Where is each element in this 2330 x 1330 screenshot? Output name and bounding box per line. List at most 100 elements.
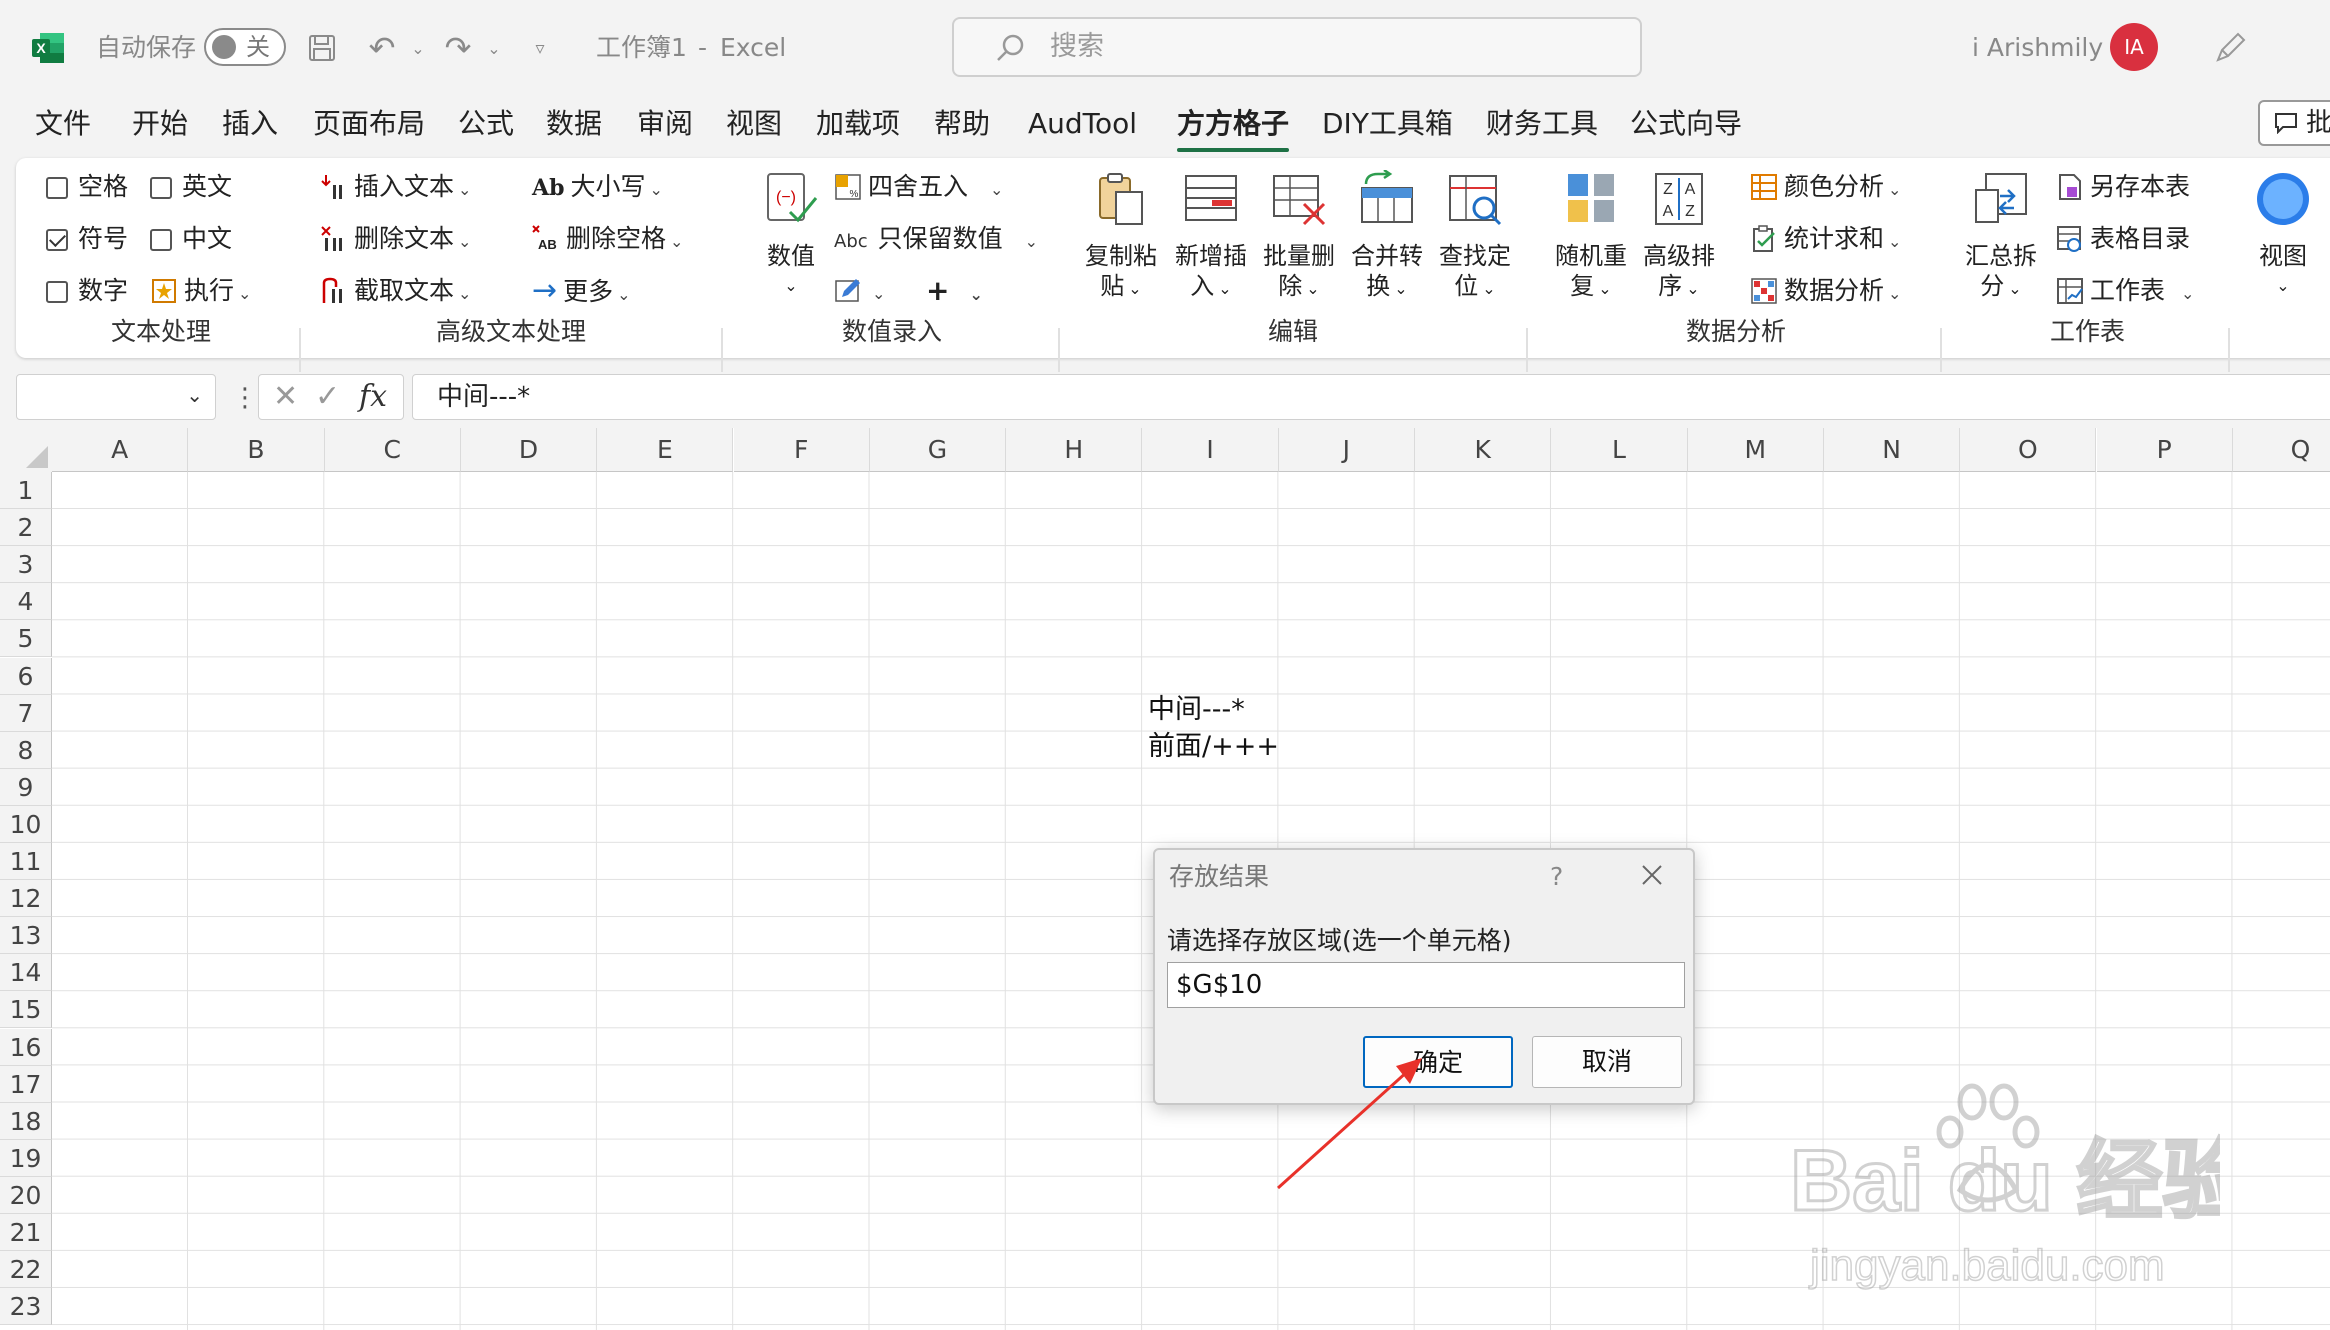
more-options-icon[interactable]: ⋮ (232, 380, 258, 416)
select-all-corner[interactable] (0, 428, 52, 472)
remove-space-button[interactable]: AB 删除空格 ⌄ (532, 222, 683, 259)
insert-new-button[interactable]: 新增插 入 ⌄ (1166, 170, 1256, 304)
row-header[interactable]: 14 (0, 954, 52, 992)
row-header[interactable]: 15 (0, 991, 52, 1029)
random-repeat-button[interactable]: 随机重 复 ⌄ (1546, 170, 1636, 304)
column-header[interactable]: H (1006, 428, 1143, 472)
column-header[interactable]: I (1142, 428, 1279, 472)
find-locate-button[interactable]: 查找定 位 ⌄ (1430, 170, 1520, 304)
row-header[interactable]: 20 (0, 1176, 52, 1214)
cancel-button[interactable]: 取消 (1532, 1036, 1682, 1088)
delete-text-button[interactable]: 删除文本 ⌄ (320, 222, 471, 259)
advanced-sort-button[interactable]: ZAAZ 高级排 序 ⌄ (1634, 170, 1724, 304)
row-header[interactable]: 6 (0, 657, 52, 695)
tab-fangfangezi[interactable]: 方方格子 (1177, 104, 1290, 152)
save-icon[interactable] (302, 30, 342, 66)
row-header[interactable]: 16 (0, 1028, 52, 1066)
keep-numbers-button[interactable]: Abc 只保留数值 ⌄ (834, 222, 1038, 259)
round-button[interactable]: % 四舍五入 ⌄ (834, 170, 1003, 207)
value-button[interactable]: (−) 数值 ⌄ (751, 170, 831, 301)
row-header[interactable]: 22 (0, 1251, 52, 1289)
redo-icon[interactable]: ↷ (438, 29, 478, 67)
enter-icon[interactable]: ✓ (315, 377, 340, 417)
comment-button[interactable]: 批 (2258, 100, 2330, 146)
row-header[interactable]: 13 (0, 917, 52, 955)
column-header[interactable]: Q (2232, 428, 2330, 472)
column-header[interactable]: F (733, 428, 870, 472)
cancel-icon[interactable]: ✕ (273, 377, 298, 417)
color-analysis-button[interactable]: 颜色分析 ⌄ (1750, 170, 1901, 207)
chevron-down-icon[interactable]: ⌄ (186, 383, 203, 407)
row-header[interactable]: 7 (0, 694, 52, 732)
row-header[interactable]: 8 (0, 731, 52, 769)
row-header[interactable]: 4 (0, 583, 52, 621)
formula-input[interactable]: 中间---* (412, 374, 2330, 420)
name-box[interactable]: ⌄ (16, 374, 216, 420)
tab-diy-toolbox[interactable]: DIY工具箱 (1322, 104, 1453, 144)
undo-icon[interactable]: ↶ (362, 29, 402, 67)
row-header[interactable]: 19 (0, 1139, 52, 1177)
column-header[interactable]: C (324, 428, 461, 472)
help-icon[interactable]: ? (1550, 860, 1563, 894)
row-header[interactable]: 11 (0, 843, 52, 880)
insert-function-icon[interactable]: fx (359, 377, 387, 417)
data-analysis-button[interactable]: 数据分析 ⌄ (1750, 274, 1901, 311)
column-header[interactable]: L (1551, 428, 1688, 472)
copy-paste-button[interactable]: 复制粘 贴 ⌄ (1076, 170, 1166, 304)
undo-dropdown-icon[interactable]: ⌄ (398, 30, 438, 66)
tab-help[interactable]: 帮助 (934, 104, 990, 144)
tab-page-layout[interactable]: 页面布局 (313, 104, 425, 144)
close-icon[interactable] (1635, 858, 1669, 892)
tab-addins[interactable]: 加载项 (816, 104, 900, 144)
tab-view[interactable]: 视图 (726, 104, 782, 144)
case-button[interactable]: Ab 大小写 ⌄ (532, 170, 663, 207)
customize-qat-icon[interactable]: ▿ (520, 30, 560, 66)
redo-dropdown-icon[interactable]: ⌄ (474, 30, 514, 66)
tab-audtool[interactable]: AudTool (1028, 104, 1137, 144)
row-header[interactable]: 3 (0, 546, 52, 584)
tab-insert[interactable]: 插入 (222, 104, 278, 144)
column-header[interactable]: E (597, 428, 734, 472)
column-header[interactable]: G (869, 428, 1007, 472)
add-button[interactable]: + ⌄ (926, 274, 983, 312)
user-name[interactable]: i Arishmily (1972, 30, 2103, 66)
column-header[interactable]: J (1278, 428, 1415, 472)
execute-button[interactable]: 执行 ⌄ (150, 274, 251, 311)
chinese-checkbox[interactable]: 中文 (150, 222, 232, 256)
tab-finance-tools[interactable]: 财务工具 (1486, 104, 1598, 144)
table-toc-button[interactable]: 表格目录 (2056, 222, 2190, 256)
more-button[interactable]: → 更多 ⌄ (532, 274, 631, 312)
row-header[interactable]: 1 (0, 472, 52, 509)
merge-convert-button[interactable]: 合并转 换 ⌄ (1342, 168, 1432, 304)
search-box[interactable]: 搜索 (952, 17, 1642, 77)
row-header[interactable]: 21 (0, 1214, 52, 1251)
tab-formula-wizard[interactable]: 公式向导 (1630, 104, 1742, 144)
number-checkbox[interactable]: 数字 (46, 274, 128, 308)
row-header[interactable]: 18 (0, 1102, 52, 1140)
row-header[interactable]: 2 (0, 509, 52, 547)
column-header[interactable]: A (52, 428, 189, 472)
save-sheet-as-button[interactable]: 另存本表 (2056, 170, 2190, 204)
batch-delete-button[interactable]: 批量删 除 ⌄ (1254, 170, 1344, 304)
column-header[interactable]: B (188, 428, 325, 472)
avatar[interactable]: IA (2110, 23, 2158, 71)
column-header[interactable]: O (1960, 428, 2097, 472)
space-checkbox[interactable]: 空格 (46, 170, 128, 204)
row-header[interactable]: 10 (0, 805, 52, 843)
cell-i7[interactable]: 中间---* (1148, 692, 1245, 728)
cell-i8[interactable]: 前面/+++ (1148, 729, 1279, 765)
pen-icon[interactable] (2210, 28, 2250, 68)
autosave-toggle[interactable]: 关 (204, 28, 286, 66)
row-header[interactable]: 23 (0, 1288, 52, 1326)
insert-text-button[interactable]: 插入文本 ⌄ (320, 170, 471, 207)
range-input[interactable]: $G$10 (1167, 962, 1685, 1008)
extract-text-button[interactable]: 截取文本 ⌄ (320, 274, 471, 311)
edit-format-button[interactable]: ⌄ (834, 274, 885, 311)
column-header[interactable]: K (1415, 428, 1552, 472)
summary-split-button[interactable]: 汇总拆 分 ⌄ (1956, 170, 2046, 304)
column-header[interactable]: N (1823, 428, 1961, 472)
column-header[interactable]: M (1687, 428, 1824, 472)
row-header[interactable]: 12 (0, 880, 52, 918)
column-header[interactable]: P (2096, 428, 2233, 472)
row-header[interactable]: 9 (0, 768, 52, 806)
